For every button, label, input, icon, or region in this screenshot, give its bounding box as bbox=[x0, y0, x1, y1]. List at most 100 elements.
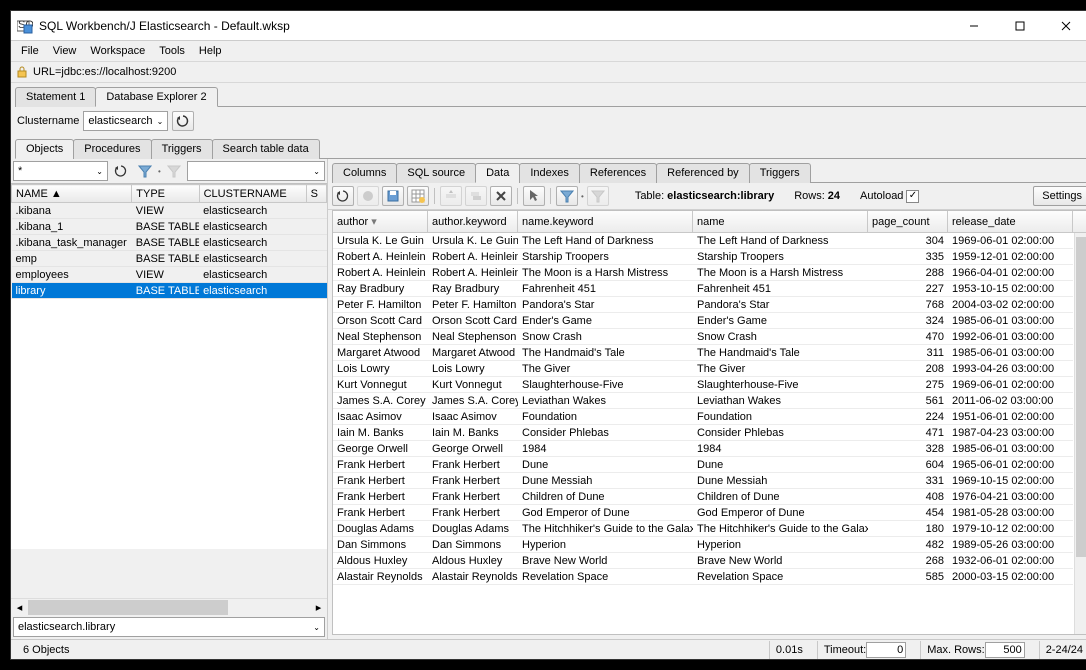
left-toolbar: * ⌄ • ⌄ bbox=[11, 159, 327, 183]
table-row[interactable]: Neal StephensonNeal StephensonSnow Crash… bbox=[333, 329, 1086, 345]
table-row[interactable]: Alastair ReynoldsAlastair ReynoldsRevela… bbox=[333, 569, 1086, 585]
tab-procedures[interactable]: Procedures bbox=[73, 139, 151, 159]
table-row[interactable]: Frank HerbertFrank HerbertChildren of Du… bbox=[333, 489, 1086, 505]
table-row[interactable]: Robert A. HeinleinRobert A. HeinleinThe … bbox=[333, 265, 1086, 281]
autoload-checkbox[interactable] bbox=[906, 190, 919, 203]
right-panel: ColumnsSQL sourceDataIndexesReferencesRe… bbox=[328, 159, 1086, 639]
filter-data-button[interactable] bbox=[556, 186, 578, 206]
stop-button[interactable] bbox=[357, 186, 379, 206]
table-row[interactable]: Frank HerbertFrank HerbertGod Emperor of… bbox=[333, 505, 1086, 521]
selected-object-combo[interactable]: elasticsearch.library ⌄ bbox=[13, 617, 325, 637]
scroll-right-icon[interactable]: ▸ bbox=[310, 599, 327, 616]
table-row[interactable]: Douglas AdamsDouglas AdamsThe Hitchhiker… bbox=[333, 521, 1086, 537]
menu-tools[interactable]: Tools bbox=[153, 43, 191, 59]
objects-table[interactable]: NAME ▲TYPECLUSTERNAMES .kibanaVIEWelasti… bbox=[11, 183, 327, 598]
tab-database-explorer-2[interactable]: Database Explorer 2 bbox=[95, 87, 217, 107]
filter-icon: ▾ bbox=[371, 215, 377, 228]
refresh-objects-button[interactable] bbox=[110, 161, 132, 181]
column-header[interactable]: author.keyword bbox=[428, 211, 518, 233]
clustername-combo[interactable]: elasticsearch ⌄ bbox=[83, 111, 168, 131]
table-row[interactable]: libraryBASE TABLEelasticsearch bbox=[12, 283, 327, 299]
tab-references[interactable]: References bbox=[579, 163, 657, 183]
column-header[interactable]: author ▾ bbox=[333, 211, 428, 233]
tab-triggers[interactable]: Triggers bbox=[151, 139, 213, 159]
table-row[interactable]: Robert A. HeinleinRobert A. HeinleinStar… bbox=[333, 249, 1086, 265]
column-header[interactable]: S bbox=[306, 185, 326, 203]
table-row[interactable]: .kibana_task_managerBASE TABLEelasticsea… bbox=[12, 235, 327, 251]
table-row[interactable]: Iain M. BanksIain M. BanksConsider Phleb… bbox=[333, 425, 1086, 441]
left-subtabs: Objects Procedures Triggers Search table… bbox=[15, 138, 1086, 159]
statusbar: 6 Objects 0.01s Timeout: Max. Rows: 2-24… bbox=[11, 639, 1086, 659]
vertical-scrollbar[interactable] bbox=[1074, 233, 1086, 634]
table-row[interactable]: Peter F. HamiltonPeter F. HamiltonPandor… bbox=[333, 297, 1086, 313]
table-row[interactable]: Isaac AsimovIsaac AsimovFoundationFounda… bbox=[333, 409, 1086, 425]
main-area: * ⌄ • ⌄ bbox=[11, 159, 1086, 639]
tab-search-table-data[interactable]: Search table data bbox=[212, 139, 320, 159]
table-row[interactable]: .kibana_1BASE TABLEelasticsearch bbox=[12, 219, 327, 235]
filter-combo-1[interactable]: * ⌄ bbox=[13, 161, 108, 181]
menu-view[interactable]: View bbox=[47, 43, 83, 59]
table-row[interactable]: Lois LowryLois LowryThe GiverThe Giver20… bbox=[333, 361, 1086, 377]
left-panel: * ⌄ • ⌄ bbox=[11, 159, 328, 639]
tab-sql source[interactable]: SQL source bbox=[396, 163, 476, 183]
close-button[interactable] bbox=[1043, 12, 1086, 40]
url-bar: URL=jdbc:es://localhost:9200 bbox=[11, 61, 1086, 83]
horizontal-scrollbar[interactable]: ◂ ▸ bbox=[11, 598, 327, 615]
refresh-data-button[interactable] bbox=[332, 186, 354, 206]
save-button[interactable] bbox=[382, 186, 404, 206]
delete-row-button[interactable] bbox=[490, 186, 512, 206]
column-header[interactable]: NAME ▲ bbox=[12, 185, 132, 203]
clustername-label: Clustername bbox=[17, 115, 79, 127]
column-header[interactable]: TYPE bbox=[132, 185, 199, 203]
dot-icon: • bbox=[581, 192, 584, 201]
grid-button[interactable] bbox=[407, 186, 429, 206]
tab-objects[interactable]: Objects bbox=[15, 139, 74, 159]
table-row[interactable]: Orson Scott CardOrson Scott CardEnder's … bbox=[333, 313, 1086, 329]
chevron-down-icon: ⌄ bbox=[157, 117, 164, 126]
tab-triggers[interactable]: Triggers bbox=[749, 163, 811, 183]
table-row[interactable]: empBASE TABLEelasticsearch bbox=[12, 251, 327, 267]
insert-row-button[interactable] bbox=[440, 186, 462, 206]
settings-button[interactable]: Settings bbox=[1033, 186, 1086, 206]
main-tabs: Statement 1 Database Explorer 2 bbox=[15, 86, 1086, 107]
filter-icon[interactable] bbox=[134, 161, 156, 181]
refresh-cluster-button[interactable] bbox=[172, 111, 194, 131]
filter-combo-2[interactable]: ⌄ bbox=[187, 161, 325, 181]
table-row[interactable]: Aldous HuxleyAldous HuxleyBrave New Worl… bbox=[333, 553, 1086, 569]
column-header[interactable]: name.keyword bbox=[518, 211, 693, 233]
menu-file[interactable]: File bbox=[15, 43, 45, 59]
select-button[interactable] bbox=[523, 186, 545, 206]
table-row[interactable]: James S.A. CoreyJames S.A. CoreyLeviatha… bbox=[333, 393, 1086, 409]
column-header[interactable]: release_date bbox=[948, 211, 1073, 233]
table-row[interactable]: .kibanaVIEWelasticsearch bbox=[12, 203, 327, 219]
table-row[interactable]: Frank HerbertFrank HerbertDune MessiahDu… bbox=[333, 473, 1086, 489]
clear-filter-data-button[interactable] bbox=[587, 186, 609, 206]
table-row[interactable]: Frank HerbertFrank HerbertDuneDune604196… bbox=[333, 457, 1086, 473]
table-row[interactable]: George OrwellGeorge Orwell19841984328198… bbox=[333, 441, 1086, 457]
table-row[interactable]: Margaret AtwoodMargaret AtwoodThe Handma… bbox=[333, 345, 1086, 361]
table-row[interactable]: Ray BradburyRay BradburyFahrenheit 451Fa… bbox=[333, 281, 1086, 297]
column-header[interactable]: name bbox=[693, 211, 868, 233]
table-row[interactable]: Dan SimmonsDan SimmonsHyperionHyperion48… bbox=[333, 537, 1086, 553]
tab-statement-1[interactable]: Statement 1 bbox=[15, 87, 96, 107]
menu-workspace[interactable]: Workspace bbox=[84, 43, 151, 59]
column-header[interactable]: CLUSTERNAME bbox=[199, 185, 306, 203]
data-grid[interactable]: author ▾author.keywordname.keywordnamepa… bbox=[332, 210, 1086, 635]
tab-indexes[interactable]: Indexes bbox=[519, 163, 580, 183]
tab-data[interactable]: Data bbox=[475, 163, 520, 183]
table-row[interactable]: employeesVIEWelasticsearch bbox=[12, 267, 327, 283]
table-row[interactable]: Ursula K. Le GuinUrsula K. Le GuinThe Le… bbox=[333, 233, 1086, 249]
tab-referenced by[interactable]: Referenced by bbox=[656, 163, 750, 183]
chevron-down-icon: ⌄ bbox=[96, 167, 103, 176]
app-icon: SQL bbox=[17, 18, 33, 34]
minimize-button[interactable] bbox=[951, 12, 997, 40]
scroll-left-icon[interactable]: ◂ bbox=[11, 599, 28, 616]
lock-icon bbox=[15, 65, 29, 79]
column-header[interactable]: page_count bbox=[868, 211, 948, 233]
table-row[interactable]: Kurt VonnegutKurt VonnegutSlaughterhouse… bbox=[333, 377, 1086, 393]
tab-columns[interactable]: Columns bbox=[332, 163, 397, 183]
menu-help[interactable]: Help bbox=[193, 43, 228, 59]
maximize-button[interactable] bbox=[997, 12, 1043, 40]
clear-filter-icon[interactable] bbox=[163, 161, 185, 181]
copy-row-button[interactable] bbox=[465, 186, 487, 206]
